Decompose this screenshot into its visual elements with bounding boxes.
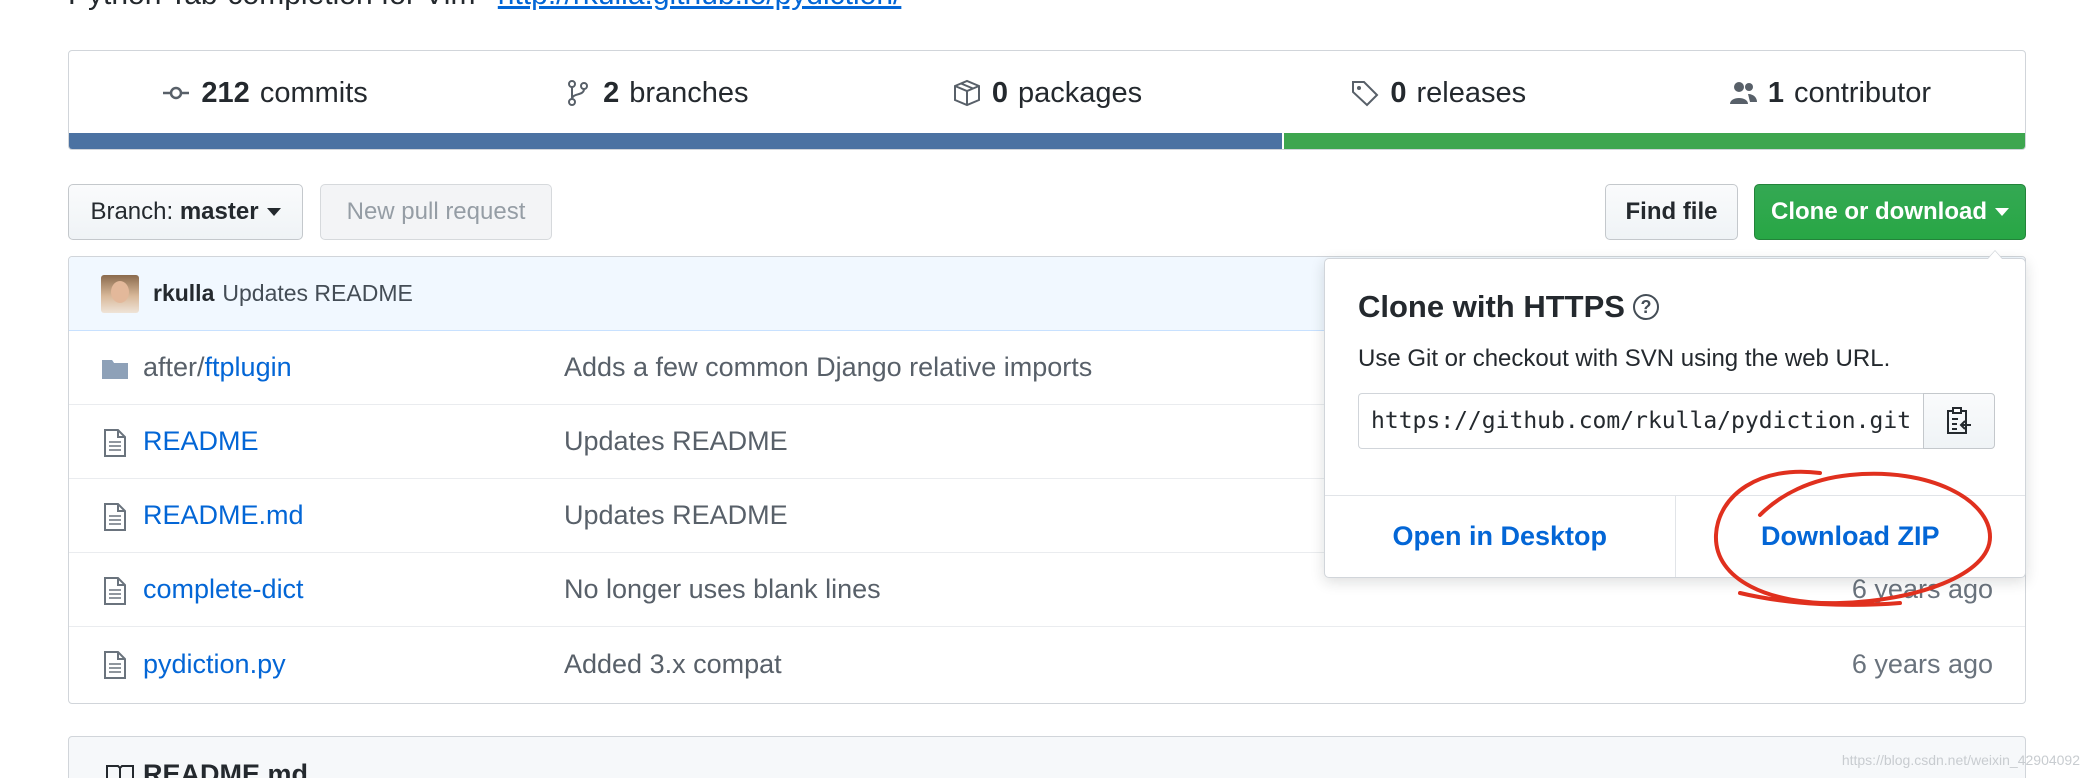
file-age: 6 years ago (1851, 574, 1993, 604)
file-link[interactable]: pydiction.py (143, 649, 286, 680)
file-commit-message[interactable]: Updates README (564, 500, 788, 531)
caret-down-icon (266, 208, 281, 216)
help-icon[interactable]: ? (1632, 294, 1659, 320)
packages-count: 0 (991, 76, 1008, 109)
summary-commits[interactable]: 212 commits (69, 77, 460, 110)
file-age: 6 years ago (1851, 648, 1993, 679)
releases-count: 0 (1390, 76, 1407, 109)
file-link[interactable]: after/ftplugin (143, 352, 292, 383)
package-icon (953, 79, 980, 107)
repo-description: Python Tab-completion for Vim http://rku… (68, 0, 901, 12)
branch-label: Branch: (90, 198, 174, 225)
tag-icon (1352, 81, 1379, 107)
language-bar[interactable] (69, 133, 2025, 149)
branches-count: 2 (603, 76, 620, 109)
copy-to-clipboard-button[interactable] (1923, 393, 1995, 449)
clone-url-input[interactable] (1358, 393, 1923, 449)
clone-title: Clone with HTTPS ? (1358, 289, 1659, 325)
book-icon (106, 764, 134, 778)
commits-count: 212 (201, 76, 250, 109)
folder-icon (102, 360, 128, 379)
file-commit-message[interactable]: Adds a few common Django relative import… (564, 352, 1092, 383)
file-commit-message[interactable]: Added 3.x compat (564, 649, 782, 680)
branch-value: master (179, 198, 259, 225)
commits-icon (163, 86, 190, 100)
releases-label: releases (1416, 76, 1527, 109)
commits-label: commits (259, 76, 368, 109)
find-file-button[interactable]: Find file (1605, 184, 1738, 240)
readme-title[interactable]: README.md (143, 759, 308, 778)
clone-actions: Open in Desktop Download ZIP (1325, 495, 2025, 577)
new-pull-request-button[interactable]: New pull request (320, 184, 552, 240)
file-icon (104, 651, 126, 679)
language-segment[interactable] (69, 133, 1282, 149)
file-name: ftplugin (204, 352, 292, 382)
clone-or-download-label: Clone or download (1771, 198, 1987, 225)
clone-dropdown: Clone with HTTPS ? Use Git or checkout w… (1324, 250, 2026, 578)
branch-icon (568, 80, 589, 106)
caret-down-icon (1995, 208, 2009, 216)
repo-summary: 212 commits 2 branches 0 packages 0 rele… (68, 50, 2026, 150)
summary-packages[interactable]: 0 packages (851, 77, 1242, 110)
open-in-desktop-button[interactable]: Open in Desktop (1325, 496, 1675, 577)
readme-header: README.md (105, 759, 308, 778)
download-zip-button[interactable]: Download ZIP (1674, 496, 2026, 577)
file-link[interactable]: README.md (143, 500, 304, 531)
commit-author[interactable]: rkulla (153, 280, 214, 307)
people-icon (1729, 82, 1757, 104)
clipboard-icon (1947, 407, 1971, 434)
file-icon (104, 429, 126, 457)
repo-description-text: Python Tab-completion for Vim (68, 0, 475, 11)
file-commit-message[interactable]: No longer uses blank lines (564, 574, 881, 605)
readme-box: README.md (68, 736, 2026, 778)
branches-label: branches (629, 76, 749, 109)
file-link[interactable]: README (143, 426, 259, 457)
packages-label: packages (1018, 76, 1143, 109)
avatar[interactable] (101, 274, 139, 313)
commit-message[interactable]: Updates README (222, 280, 412, 307)
summary-branches[interactable]: 2 branches (460, 77, 851, 110)
branch-select-button[interactable]: Branch: master (68, 184, 303, 240)
clone-description: Use Git or checkout with SVN using the w… (1358, 345, 1891, 372)
contributors-count: 1 (1767, 76, 1784, 109)
repo-homepage-link[interactable]: http://rkulla.github.io/pydiction/ (498, 0, 902, 11)
file-path-prefix: after/ (143, 352, 205, 382)
clone-or-download-button[interactable]: Clone or download (1754, 184, 2026, 240)
file-icon (104, 577, 126, 605)
file-icon (104, 503, 126, 531)
contributors-label: contributor (1793, 76, 1931, 109)
language-segment[interactable] (1281, 133, 2025, 149)
clone-title-text: Clone with HTTPS (1358, 289, 1625, 324)
watermark: https://blog.csdn.net/weixin_42904092 (1841, 752, 2080, 768)
summary-contributors[interactable]: 1 contributor (1634, 77, 2025, 110)
file-commit-message[interactable]: Updates README (564, 426, 788, 457)
table-row: pydiction.py Added 3.x compat 6 years ag… (69, 627, 2025, 701)
file-link[interactable]: complete-dict (143, 574, 304, 605)
summary-releases[interactable]: 0 releases (1243, 77, 1634, 110)
